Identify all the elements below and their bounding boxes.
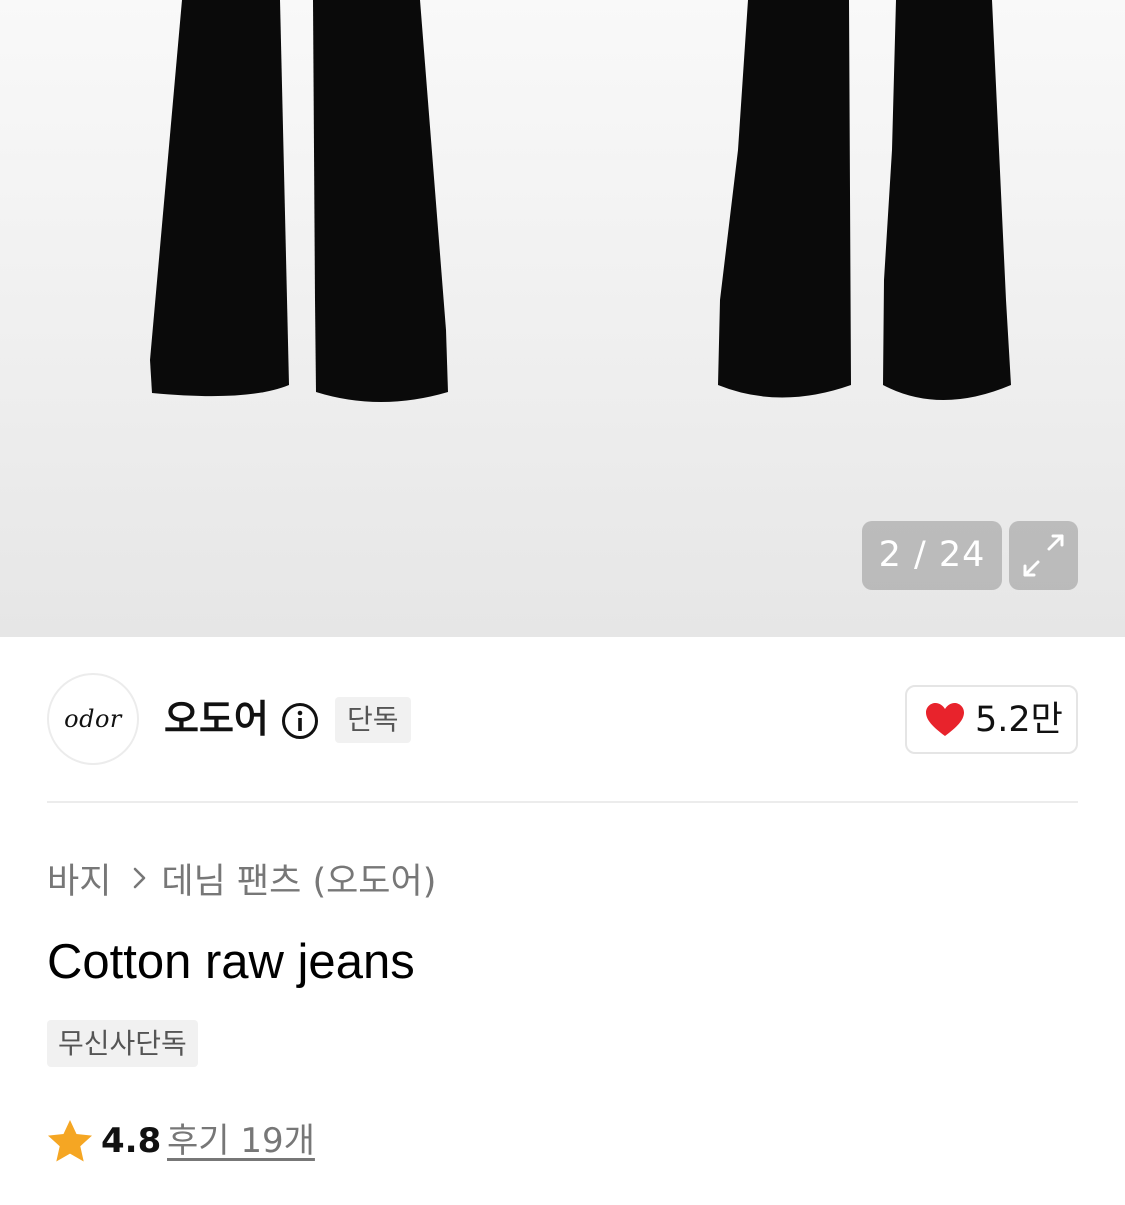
like-button[interactable]: 5.2만: [905, 685, 1078, 754]
info-circle-icon[interactable]: [281, 702, 319, 740]
review-count-link[interactable]: 후기 19개: [167, 1116, 315, 1166]
expand-arrows-icon: [1023, 534, 1064, 577]
brand-logo-text: odor: [64, 705, 122, 733]
like-count: 5.2만: [975, 700, 1063, 740]
expand-image-button[interactable]: [1009, 521, 1078, 590]
breadcrumb: 바지 데님 팬츠 (오도어): [47, 853, 436, 903]
chevron-right-icon: [133, 866, 147, 890]
exclusive-badge: 단독: [335, 697, 411, 743]
brand-logo[interactable]: odor: [47, 673, 139, 765]
breadcrumb-item-pants[interactable]: 바지: [47, 853, 111, 904]
star-icon: [48, 1120, 92, 1162]
exclusive-tag: 무신사단독: [47, 1020, 198, 1067]
product-image-gallery[interactable]: 2 / 24: [0, 0, 1125, 637]
rating-score: 4.8: [101, 1121, 162, 1161]
product-title: Cotton raw jeans: [47, 935, 415, 989]
brand-name[interactable]: 오도어: [164, 692, 269, 746]
divider: [47, 801, 1078, 803]
breadcrumb-item-denim-pants[interactable]: 데님 팬츠 (오도어): [161, 853, 436, 904]
heart-icon: [926, 703, 964, 736]
product-detail-page: 2 / 24 odor 오도어 단독 5.2만 바지 데님 팬츠 (오도어) C…: [0, 0, 1125, 1205]
image-counter: 2 / 24: [862, 521, 1002, 590]
